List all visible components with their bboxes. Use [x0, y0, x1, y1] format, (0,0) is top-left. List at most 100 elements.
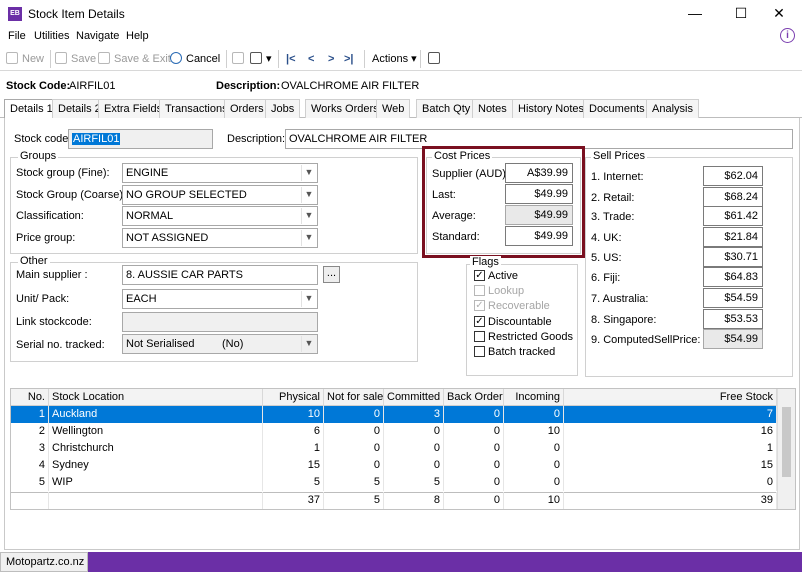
tab-notes[interactable]: Notes: [472, 99, 513, 118]
table-cell[interactable]: 1: [263, 440, 324, 457]
actions-dropdown[interactable]: Actions ▾: [372, 50, 417, 68]
image-button[interactable]: [428, 50, 444, 68]
table-cell[interactable]: Sydney: [49, 457, 263, 474]
table-cell[interactable]: 0: [444, 423, 504, 440]
delete-button[interactable]: [232, 50, 248, 68]
tab-history-notes[interactable]: History Notes: [512, 99, 591, 118]
save-button[interactable]: Save: [55, 50, 96, 68]
column-header-free-stock[interactable]: Free Stock: [564, 389, 777, 406]
tab-web[interactable]: Web: [376, 99, 411, 118]
table-cell[interactable]: 0: [504, 406, 564, 423]
menu-utilities[interactable]: Utilities: [34, 30, 69, 42]
serial-tracked-select[interactable]: Not Serialised (No) ▼: [122, 334, 318, 354]
classification-select[interactable]: NORMAL ▼: [122, 206, 318, 226]
table-cell[interactable]: 0: [384, 440, 444, 457]
column-header-committed[interactable]: Committed: [384, 389, 444, 406]
table-cell[interactable]: 0: [384, 457, 444, 474]
table-cell[interactable]: Auckland: [49, 406, 263, 423]
table-cell[interactable]: 3: [11, 440, 49, 457]
supplier-cost-field[interactable]: A$39.99: [505, 163, 573, 183]
table-cell[interactable]: 5: [324, 474, 384, 491]
menu-file[interactable]: File: [8, 30, 26, 42]
sell-price-field[interactable]: $64.83: [703, 267, 763, 287]
tab-works-orders[interactable]: Works Orders: [305, 99, 385, 118]
table-cell[interactable]: 1: [11, 406, 49, 423]
table-cell[interactable]: 0: [324, 457, 384, 474]
sell-price-field[interactable]: $62.04: [703, 166, 763, 186]
table-cell[interactable]: 10: [263, 406, 324, 423]
unit-pack-select[interactable]: EACH ▼: [122, 289, 318, 309]
table-cell[interactable]: Christchurch: [49, 440, 263, 457]
tab-orders[interactable]: Orders: [224, 99, 270, 118]
new-button[interactable]: New: [6, 50, 44, 68]
table-cell[interactable]: 0: [324, 406, 384, 423]
table-cell[interactable]: 0: [444, 474, 504, 491]
vertical-scrollbar[interactable]: [777, 389, 795, 509]
info-icon[interactable]: i: [780, 28, 795, 43]
next-record-button[interactable]: >: [328, 50, 334, 68]
table-cell[interactable]: 3: [384, 406, 444, 423]
print-button[interactable]: ▾: [250, 50, 272, 68]
previous-record-button[interactable]: <: [308, 50, 314, 68]
active-checkbox[interactable]: ✓: [474, 270, 485, 281]
price-group-select[interactable]: NOT ASSIGNED ▼: [122, 228, 318, 248]
batch-tracked-checkbox[interactable]: [474, 346, 485, 357]
menu-help[interactable]: Help: [126, 30, 149, 42]
sell-price-field[interactable]: $21.84: [703, 227, 763, 247]
table-cell[interactable]: 0: [384, 423, 444, 440]
column-header-not-for-sale[interactable]: Not for sale: [324, 389, 384, 406]
table-cell[interactable]: Wellington: [49, 423, 263, 440]
table-cell[interactable]: 7: [564, 406, 777, 423]
save-exit-button[interactable]: Save & Exit: [98, 50, 171, 68]
minimize-button[interactable]: —: [672, 0, 718, 27]
table-cell[interactable]: 6: [263, 423, 324, 440]
tab-batch-qty[interactable]: Batch Qty: [416, 99, 477, 118]
column-header-back-order[interactable]: Back Order: [444, 389, 504, 406]
menu-navigate[interactable]: Navigate: [76, 30, 119, 42]
close-window-button[interactable]: ✕: [756, 0, 802, 27]
discountable-checkbox[interactable]: ✓: [474, 316, 485, 327]
tab-analysis[interactable]: Analysis: [646, 99, 699, 118]
cancel-button[interactable]: Cancel: [170, 50, 220, 68]
sell-price-field[interactable]: $61.42: [703, 206, 763, 226]
column-header-incoming[interactable]: Incoming: [504, 389, 564, 406]
table-cell[interactable]: 2: [11, 423, 49, 440]
table-cell[interactable]: 1: [564, 440, 777, 457]
last-cost-field[interactable]: $49.99: [505, 184, 573, 204]
table-cell[interactable]: 4: [11, 457, 49, 474]
supplier-browse-button[interactable]: ...: [323, 266, 340, 283]
table-cell[interactable]: 10: [504, 423, 564, 440]
tab-transactions[interactable]: Transactions: [159, 99, 234, 118]
table-cell[interactable]: 0: [504, 474, 564, 491]
table-cell[interactable]: 0: [444, 457, 504, 474]
table-cell[interactable]: 0: [504, 457, 564, 474]
table-cell[interactable]: 5: [384, 474, 444, 491]
tab-documents[interactable]: Documents: [583, 99, 651, 118]
standard-cost-field[interactable]: $49.99: [505, 226, 573, 246]
sell-price-field[interactable]: $54.59: [703, 288, 763, 308]
restricted-goods-checkbox[interactable]: [474, 331, 485, 342]
sell-price-field[interactable]: $30.71: [703, 247, 763, 267]
tab-jobs[interactable]: Jobs: [265, 99, 301, 118]
scrollbar-thumb[interactable]: [782, 407, 791, 477]
table-cell[interactable]: 0: [444, 440, 504, 457]
tab-details-1[interactable]: Details 1: [4, 99, 59, 119]
tab-extra-fields[interactable]: Extra Fields: [98, 99, 169, 118]
stock-group-fine-select[interactable]: ENGINE ▼: [122, 163, 318, 183]
last-record-button[interactable]: >|: [344, 50, 354, 68]
link-stockcode-field[interactable]: [122, 312, 318, 332]
stock-group-coarse-select[interactable]: NO GROUP SELECTED ▼: [122, 185, 318, 205]
table-cell[interactable]: 16: [564, 423, 777, 440]
table-cell[interactable]: WIP: [49, 474, 263, 491]
column-header-location[interactable]: Stock Location: [49, 389, 263, 406]
table-cell[interactable]: 0: [324, 440, 384, 457]
table-cell[interactable]: 15: [564, 457, 777, 474]
table-cell[interactable]: 15: [263, 457, 324, 474]
stock-code-field[interactable]: AIRFIL01: [68, 129, 213, 149]
first-record-button[interactable]: |<: [286, 50, 296, 68]
column-header-no[interactable]: No.: [11, 389, 49, 406]
main-supplier-field[interactable]: 8. AUSSIE CAR PARTS: [122, 265, 318, 285]
table-cell[interactable]: 5: [263, 474, 324, 491]
table-cell[interactable]: 0: [444, 406, 504, 423]
table-cell[interactable]: 5: [11, 474, 49, 491]
